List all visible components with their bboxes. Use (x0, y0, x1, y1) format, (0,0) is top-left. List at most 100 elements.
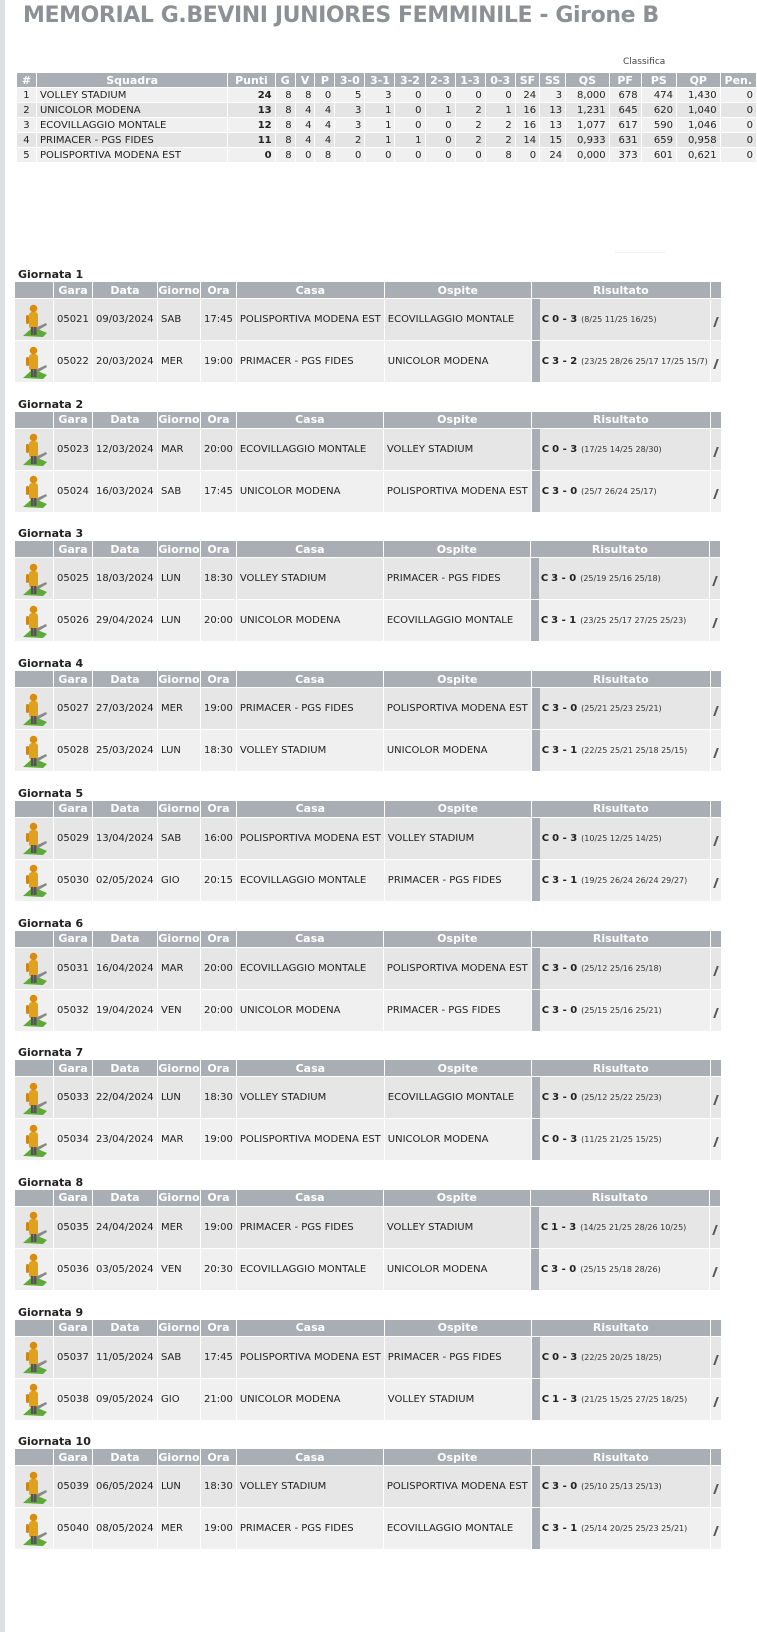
referee-player-icon[interactable] (19, 1210, 49, 1246)
match-row[interactable]: 05027 27/03/2024 MER 19:00 PRIMACER - PGS FI… (15, 688, 723, 730)
edit-cell[interactable] (710, 730, 723, 772)
match-row[interactable]: 05040 08/05/2024 MER 19:00 PRIMACER - PGS FI… (15, 1508, 723, 1550)
referee-player-icon[interactable] (19, 692, 49, 728)
match-icon-cell[interactable] (15, 558, 53, 600)
pencil-edge-icon[interactable] (712, 488, 723, 499)
home-team[interactable]: VOLLEY STADIUM (236, 558, 383, 600)
referee-player-icon[interactable] (19, 474, 49, 510)
home-team[interactable]: PRIMACER - PGS FIDES (236, 688, 383, 730)
referee-player-icon[interactable] (19, 993, 49, 1029)
match-icon-cell[interactable] (15, 1336, 53, 1378)
pencil-edge-icon[interactable] (712, 618, 722, 629)
away-team[interactable]: VOLLEY STADIUM (383, 428, 531, 470)
match-row[interactable]: 05026 29/04/2024 LUN 20:00 UNICOLOR MODENA EC… (15, 600, 722, 642)
pencil-edge-icon[interactable] (712, 317, 723, 327)
edit-cell[interactable] (709, 1248, 722, 1290)
edit-cell[interactable] (710, 817, 723, 859)
match-icon-cell[interactable] (15, 1206, 53, 1248)
referee-player-icon[interactable] (19, 863, 49, 899)
home-team[interactable]: UNICOLOR MODENA (236, 470, 383, 512)
standings-header-5[interactable]: P (315, 73, 335, 87)
pencil-edge-icon[interactable] (712, 1266, 722, 1277)
standings-header-16[interactable]: PS (641, 73, 676, 87)
home-team[interactable]: ECOVILLAGGIO MONTALE (236, 859, 384, 901)
referee-player-icon[interactable] (19, 951, 49, 987)
away-team[interactable]: PRIMACER - PGS FIDES (383, 989, 531, 1031)
standings-header-0[interactable]: # (17, 73, 36, 87)
referee-player-icon[interactable] (19, 432, 49, 468)
home-team[interactable]: UNICOLOR MODENA (236, 989, 383, 1031)
match-row[interactable]: 05039 06/05/2024 LUN 18:30 VOLLEY STADIUM POL… (15, 1466, 723, 1508)
match-row[interactable]: 05031 16/04/2024 MAR 20:00 ECOVILLAGGIO MONT… (15, 947, 723, 989)
standings-header-10[interactable]: 1-3 (455, 73, 485, 87)
match-icon-cell[interactable] (15, 1378, 53, 1420)
standings-team-name[interactable]: VOLLEY STADIUM (36, 88, 228, 102)
away-team[interactable]: UNICOLOR MODENA (384, 1119, 531, 1161)
pencil-edge-icon[interactable] (712, 877, 723, 888)
referee-player-icon[interactable] (19, 1123, 49, 1159)
pencil-edge-icon[interactable] (712, 1396, 723, 1407)
home-team[interactable]: PRIMACER - PGS FIDES (236, 341, 384, 382)
edit-cell[interactable] (710, 947, 723, 989)
match-icon-cell[interactable] (15, 859, 53, 901)
home-team[interactable]: VOLLEY STADIUM (236, 730, 383, 772)
edit-cell[interactable] (710, 688, 723, 730)
referee-player-icon[interactable] (19, 562, 49, 598)
away-team[interactable]: UNICOLOR MODENA (383, 1248, 530, 1290)
pencil-edge-icon[interactable] (712, 1354, 723, 1365)
edit-cell[interactable] (710, 1466, 723, 1508)
edit-cell[interactable] (710, 1336, 723, 1378)
match-row[interactable]: 05022 20/03/2024 MER 19:00 PRIMACER - PGS FI… (15, 341, 723, 382)
standings-header-15[interactable]: PF (609, 73, 641, 87)
home-team[interactable]: PRIMACER - PGS FIDES (236, 1508, 383, 1550)
referee-player-icon[interactable] (19, 345, 49, 381)
away-team[interactable]: PRIMACER - PGS FIDES (384, 859, 531, 901)
match-row[interactable]: 05035 24/04/2024 MER 19:00 PRIMACER - PGS FI… (15, 1206, 722, 1248)
match-icon-cell[interactable] (15, 428, 53, 470)
pencil-edge-icon[interactable] (712, 1007, 723, 1018)
referee-player-icon[interactable] (19, 821, 49, 857)
pencil-edge-icon[interactable] (712, 1224, 722, 1235)
standings-header-11[interactable]: 0-3 (485, 73, 515, 87)
match-icon-cell[interactable] (15, 1466, 53, 1508)
standings-header-4[interactable]: V (295, 73, 315, 87)
match-icon-cell[interactable] (15, 730, 53, 772)
standings-header-17[interactable]: QP (676, 73, 720, 87)
edit-cell[interactable] (710, 428, 723, 470)
match-row[interactable]: 05028 25/03/2024 LUN 18:30 VOLLEY STADIUM UNI… (15, 730, 723, 772)
standings-header-13[interactable]: SS (540, 73, 566, 87)
match-icon-cell[interactable] (15, 341, 53, 382)
standings-header-3[interactable]: G (275, 73, 295, 87)
edit-cell[interactable] (709, 600, 722, 642)
away-team[interactable]: PRIMACER - PGS FIDES (383, 558, 530, 600)
away-team[interactable]: POLISPORTIVA MODENA EST (383, 1466, 531, 1508)
home-team[interactable]: UNICOLOR MODENA (236, 1378, 384, 1420)
away-team[interactable]: UNICOLOR MODENA (384, 341, 531, 382)
pencil-edge-icon[interactable] (712, 1484, 723, 1495)
match-row[interactable]: 05037 11/05/2024 SAB 17:45 POLISPORTIVA MODE… (15, 1336, 723, 1378)
referee-player-icon[interactable] (19, 604, 49, 640)
referee-player-icon[interactable] (19, 1252, 49, 1288)
pencil-edge-icon[interactable] (712, 1137, 723, 1148)
edit-cell[interactable] (710, 341, 723, 382)
referee-player-icon[interactable] (19, 1382, 49, 1418)
pencil-edge-icon[interactable] (712, 965, 723, 976)
home-team[interactable]: VOLLEY STADIUM (236, 1466, 383, 1508)
match-icon-cell[interactable] (15, 817, 53, 859)
match-row[interactable]: 05034 23/04/2024 MAR 19:00 POLISPORTIVA MODE… (15, 1119, 723, 1161)
away-team[interactable]: ECOVILLAGGIO MONTALE (383, 600, 530, 642)
match-row[interactable]: 05023 12/03/2024 MAR 20:00 ECOVILLAGGIO MONT… (15, 428, 723, 470)
match-icon-cell[interactable] (15, 470, 53, 512)
edit-cell[interactable] (710, 859, 723, 901)
away-team[interactable]: ECOVILLAGGIO MONTALE (384, 299, 531, 340)
match-icon-cell[interactable] (15, 989, 53, 1031)
edit-cell[interactable] (710, 299, 723, 340)
home-team[interactable]: PRIMACER - PGS FIDES (236, 1206, 383, 1248)
match-row[interactable]: 05036 03/05/2024 VEN 20:30 ECOVILLAGGIO MONT… (15, 1248, 722, 1290)
edit-cell[interactable] (710, 989, 723, 1031)
standings-team-name[interactable]: UNICOLOR MODENA (36, 103, 228, 117)
standings-team-name[interactable]: PRIMACER - PGS FIDES (36, 133, 228, 147)
match-row[interactable]: 05021 09/03/2024 SAB 17:45 POLISPORTIVA MODE… (15, 299, 723, 340)
match-row[interactable]: 05029 13/04/2024 SAB 16:00 POLISPORTIVA MODE… (15, 817, 723, 859)
match-icon-cell[interactable] (15, 947, 53, 989)
